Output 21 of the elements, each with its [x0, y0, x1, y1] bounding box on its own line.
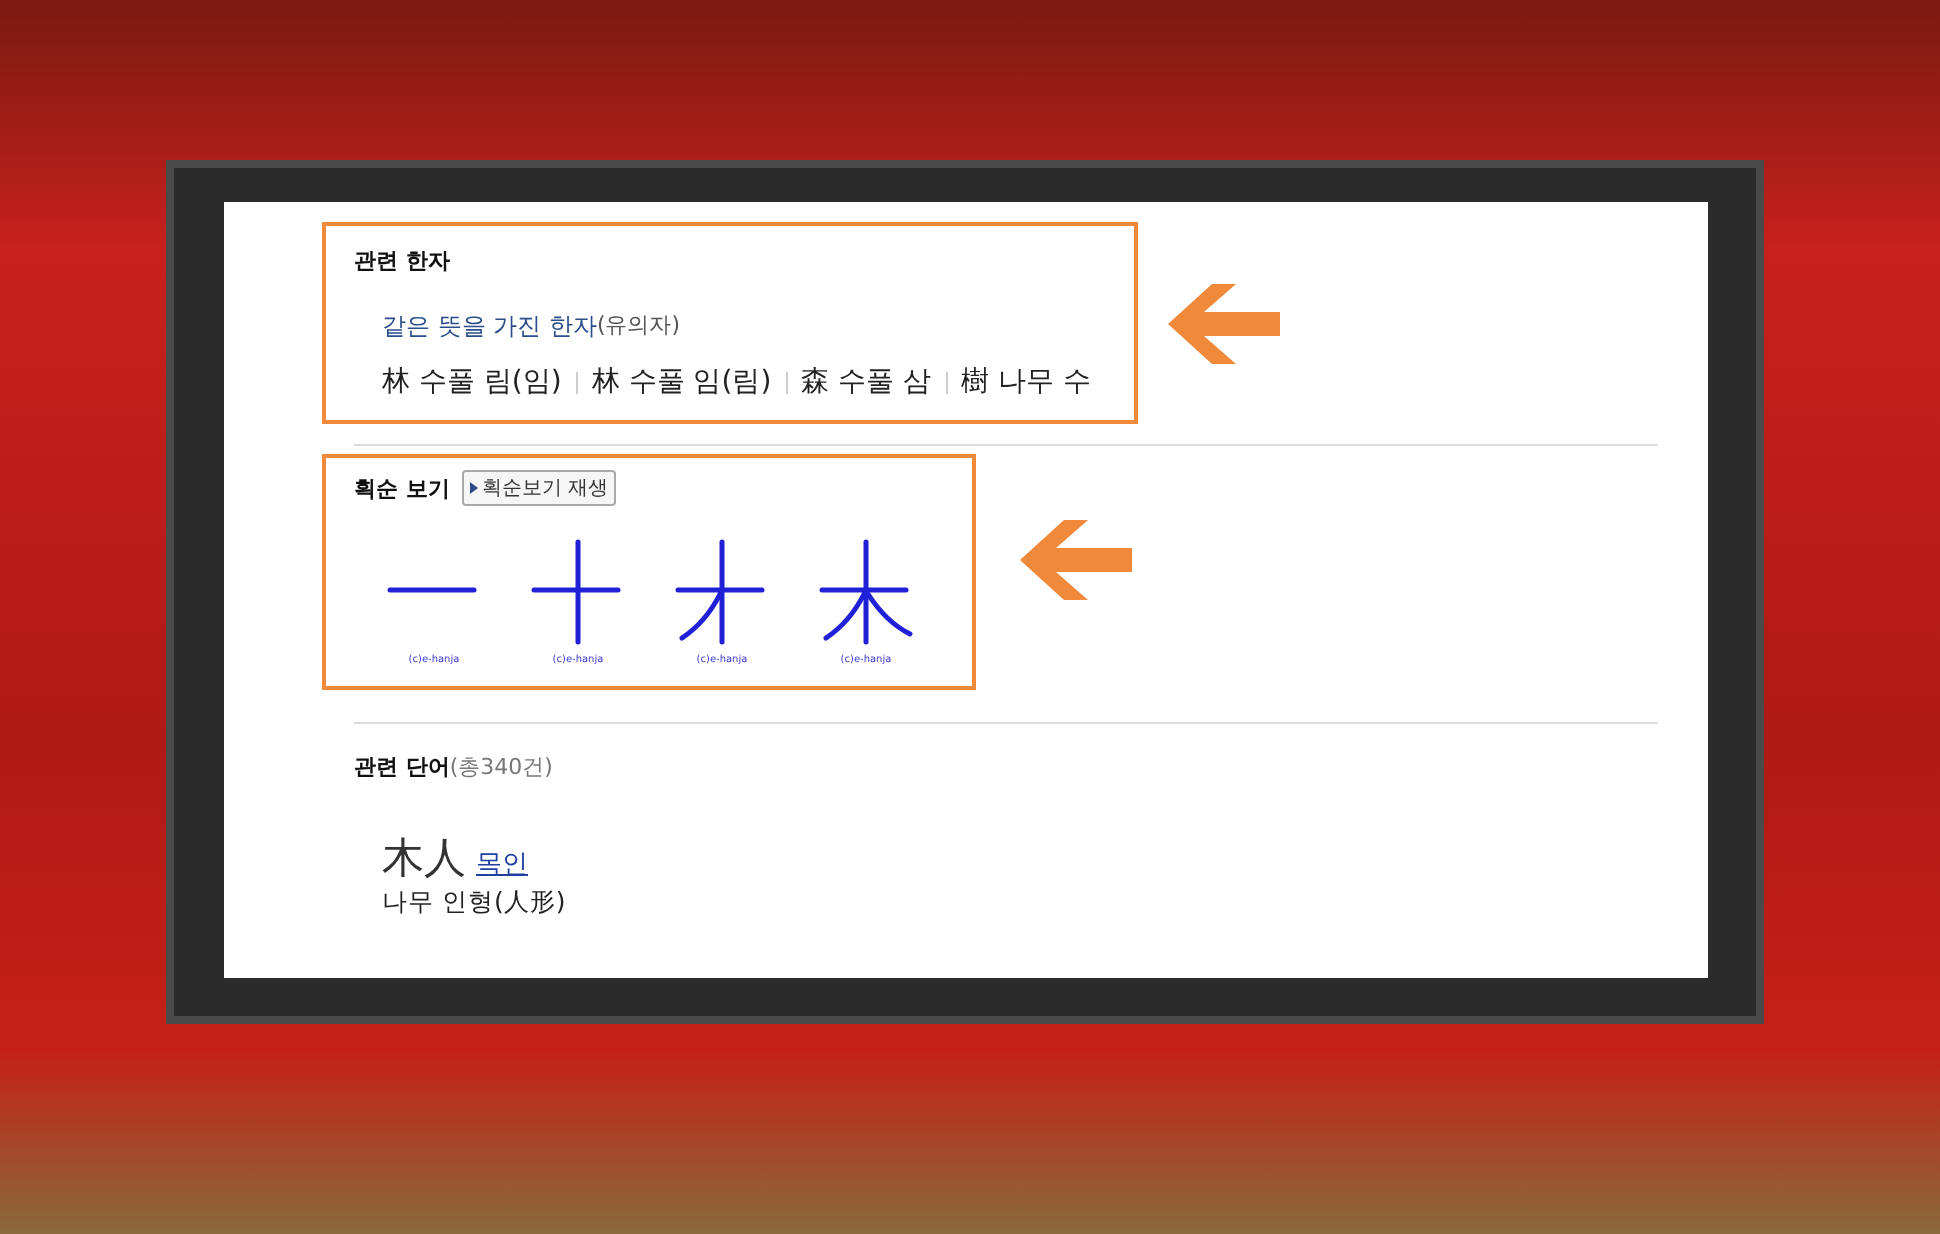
- arrow-icon: [1168, 284, 1280, 364]
- stroke-order-drawing: [819, 539, 913, 645]
- hanja-link[interactable]: 樹 나무 수: [961, 364, 1091, 400]
- play-button[interactable]: 획순보기 재생: [461, 470, 617, 506]
- hanja-link[interactable]: 森 수풀 삼: [801, 364, 932, 400]
- play-icon: [469, 482, 478, 494]
- word-link[interactable]: 목인: [476, 846, 528, 882]
- synonym-note: (유의자): [596, 310, 681, 342]
- arrow-icon: [1020, 520, 1132, 600]
- hanja-link[interactable]: 林 수풀 임(림): [591, 364, 772, 400]
- hanja-link[interactable]: 林 수풀 림(임): [382, 364, 562, 400]
- section-title: 획순 보기: [354, 473, 450, 503]
- stroke-order-drawing: [675, 539, 765, 645]
- synonym-heading: 같은 뜻을 가진 한자: [382, 310, 597, 344]
- stroke-order-drawing: [387, 587, 477, 593]
- word-hanja: 木人: [382, 832, 466, 886]
- word-meaning: 나무 인형(人形): [382, 886, 568, 920]
- word-count: (총340건): [449, 752, 553, 782]
- stroke-order-drawing: [531, 539, 621, 645]
- section-title: 관련 단어: [354, 752, 450, 782]
- section-title: 관련 한자: [354, 248, 450, 274]
